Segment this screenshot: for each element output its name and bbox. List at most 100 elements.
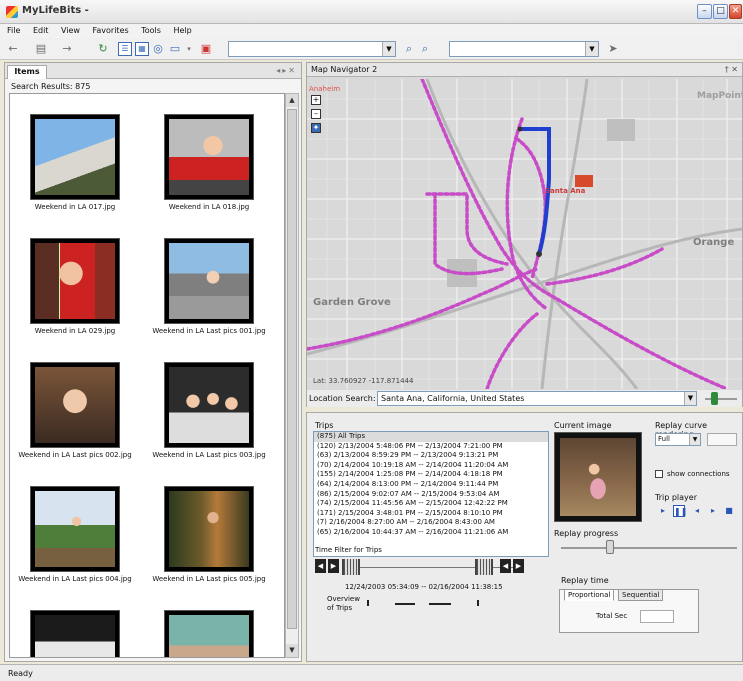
map-zoom-slider-knob[interactable] (711, 392, 718, 405)
tab-items[interactable]: Items (7, 65, 47, 79)
folder-up-icon[interactable]: ▤ (34, 42, 48, 56)
maximize-button[interactable]: □ (713, 4, 728, 19)
filter-start-handle[interactable] (342, 559, 360, 575)
filter-date-range: 12/24/2003 05:34:09 -- 02/16/2004 11:38:… (345, 583, 503, 591)
menu-tools[interactable]: Tools (141, 24, 161, 38)
trip-row[interactable]: (74) 2/15/2004 11:45:56 AM -- 2/15/2004 … (314, 499, 548, 509)
list-item[interactable]: Weekend in LA Last pics 005.jpg (144, 466, 274, 586)
forward-arrow-icon[interactable]: → (60, 42, 74, 56)
filter-right-next-icon[interactable]: ▶ (513, 559, 524, 573)
list-item[interactable]: Weekend in LA Last pics 001.jpg (144, 218, 274, 338)
go-icon[interactable]: ➤ (606, 42, 620, 56)
curve-spinner[interactable] (707, 433, 737, 446)
filter-dropdown-icon[interactable]: ▼ (585, 42, 598, 56)
replay-progress-knob[interactable] (606, 540, 615, 554)
tab-sequential[interactable]: Sequential (618, 589, 664, 601)
menu-help[interactable]: Help (173, 24, 191, 38)
scroll-down-icon[interactable]: ▼ (286, 644, 298, 657)
thumbnail-image (30, 114, 120, 200)
pan-button[interactable]: ✦ (311, 123, 321, 133)
trip-row[interactable]: (875) All Trips (314, 432, 548, 442)
list-item[interactable]: Weekend in LA 029.jpg (10, 218, 140, 338)
refresh-icon[interactable]: ↻ (96, 42, 110, 56)
thumbnail-view-icon[interactable]: ▦ (135, 42, 149, 56)
menu-favorites[interactable]: Favorites (93, 24, 129, 38)
checkbox-icon[interactable] (655, 470, 663, 478)
zoom-out-button[interactable]: – (311, 109, 321, 119)
minimize-button[interactable]: – (697, 4, 712, 19)
item-label: Weekend in LA Last pics 001.jpg (152, 327, 266, 335)
map-view-icon[interactable]: ▣ (199, 42, 213, 56)
pane-controls-icon[interactable]: ◂▸✕ (276, 66, 297, 75)
trip-row[interactable]: (171) 2/15/2004 3:48:01 PM -- 2/15/2004 … (314, 509, 548, 519)
filter-left-next-icon[interactable]: ▶ (328, 559, 339, 573)
step-forward-icon[interactable]: ▸ (707, 505, 719, 517)
map-pane-controls-icon[interactable]: † ✕ (725, 65, 738, 74)
list-item[interactable]: Weekend in LA 017.jpg (10, 94, 140, 214)
show-connections-checkbox[interactable]: show connections (655, 470, 730, 478)
list-item[interactable] (10, 590, 140, 657)
scroll-thumb[interactable] (287, 109, 297, 629)
trips-list[interactable]: (875) All Trips (120) 2/13/2004 5:48:06 P… (313, 431, 549, 557)
search-icon[interactable]: ⌕ (402, 42, 416, 56)
total-sec-label: Total Sec (596, 612, 628, 620)
play-icon[interactable]: ▸ (657, 505, 669, 517)
map-canvas[interactable]: Anaheim + – ✦ Garden Grove Orange Santa … (307, 79, 742, 389)
item-label: Weekend in LA 017.jpg (34, 203, 116, 211)
step-back-icon[interactable]: ◂ (691, 505, 703, 517)
zoom-in-button[interactable]: + (311, 95, 321, 105)
filter-combo[interactable]: ▼ (449, 41, 599, 57)
menu-view[interactable]: View (61, 24, 80, 38)
search-input[interactable]: ▼ (228, 41, 396, 57)
list-item[interactable]: Weekend in LA Last pics 002.jpg (10, 342, 140, 462)
search-dropdown-icon[interactable]: ▼ (382, 42, 395, 56)
trip-row[interactable]: (86) 2/15/2004 9:02:07 AM -- 2/15/2004 9… (314, 490, 548, 500)
time-filter-slider[interactable]: ◀ ▶ ◀ ▶ (315, 558, 540, 576)
timeline-view-icon[interactable]: ◎ (151, 42, 165, 56)
trip-row[interactable]: (120) 2/13/2004 5:48:06 PM -- 2/13/2004 … (314, 442, 548, 452)
list-item[interactable]: Weekend in LA 018.jpg (144, 94, 274, 214)
items-scrollbar[interactable]: ▲ ▼ (285, 93, 299, 658)
location-dropdown-icon[interactable]: ▼ (684, 392, 696, 405)
scroll-up-icon[interactable]: ▲ (286, 94, 298, 107)
replay-curve-select[interactable]: Full ▼ (655, 433, 701, 446)
map-scale-label: Anaheim (309, 85, 340, 93)
window-title: MyLifeBits - (22, 5, 89, 16)
current-image-preview (554, 432, 642, 522)
close-button[interactable]: ✕ (729, 4, 742, 19)
location-search-input[interactable]: Santa Ana, California, United States ▼ (377, 391, 697, 406)
menu-file[interactable]: File (7, 24, 20, 38)
trip-row[interactable]: (63) 2/13/2004 8:59:29 PM -- 2/13/2004 9… (314, 451, 548, 461)
replay-progress-slider[interactable] (561, 540, 737, 554)
stop-icon[interactable]: ■ (723, 505, 735, 517)
trip-row[interactable]: (7) 2/16/2004 8:27:00 AM -- 2/16/2004 8:… (314, 518, 548, 528)
map-zoom-slider[interactable] (705, 392, 737, 405)
list-item[interactable] (144, 590, 274, 657)
current-image-label: Current image (554, 421, 612, 430)
trip-row[interactable]: (70) 2/14/2004 10:19:18 AM -- 2/14/2004 … (314, 461, 548, 471)
back-arrow-icon[interactable]: ← (6, 42, 20, 56)
thumbnail-image (30, 610, 120, 657)
trip-player-controls: ▸ ❚❚ ◂ ▸ ■ (657, 505, 739, 519)
view-dropdown-icon[interactable]: ▾ (182, 42, 196, 56)
overview-of-trips-label: Overview of Trips (327, 595, 360, 613)
advanced-search-icon[interactable]: ⌕ (418, 42, 432, 56)
total-sec-spinner[interactable] (640, 610, 674, 623)
list-item[interactable]: Weekend in LA Last pics 003.jpg (144, 342, 274, 462)
map-provider-logo: MapPoint (697, 91, 742, 101)
list-view-icon[interactable]: ☰ (118, 42, 132, 56)
filter-left-prev-icon[interactable]: ◀ (315, 559, 326, 573)
trip-row[interactable]: (65) 2/16/2004 10:44:37 AM -- 2/16/2004 … (314, 528, 548, 538)
pause-icon[interactable]: ❚❚ (673, 505, 687, 517)
list-item[interactable]: Weekend in LA Last pics 004.jpg (10, 466, 140, 586)
menu-edit[interactable]: Edit (33, 24, 49, 38)
trips-label: Trips (315, 421, 334, 430)
filter-right-prev-icon[interactable]: ◀ (500, 559, 511, 573)
filter-end-handle[interactable] (475, 559, 493, 575)
thumbnail-image (30, 362, 120, 448)
trip-row[interactable]: (64) 2/14/2004 8:13:00 PM -- 2/14/2004 9… (314, 480, 548, 490)
details-view-icon[interactable]: ▭ (168, 42, 182, 56)
curve-dropdown-icon[interactable]: ▼ (689, 434, 700, 445)
trip-row[interactable]: (155) 2/14/2004 1:25:08 PM -- 2/14/2004 … (314, 470, 548, 480)
tab-proportional[interactable]: Proportional (564, 589, 615, 601)
